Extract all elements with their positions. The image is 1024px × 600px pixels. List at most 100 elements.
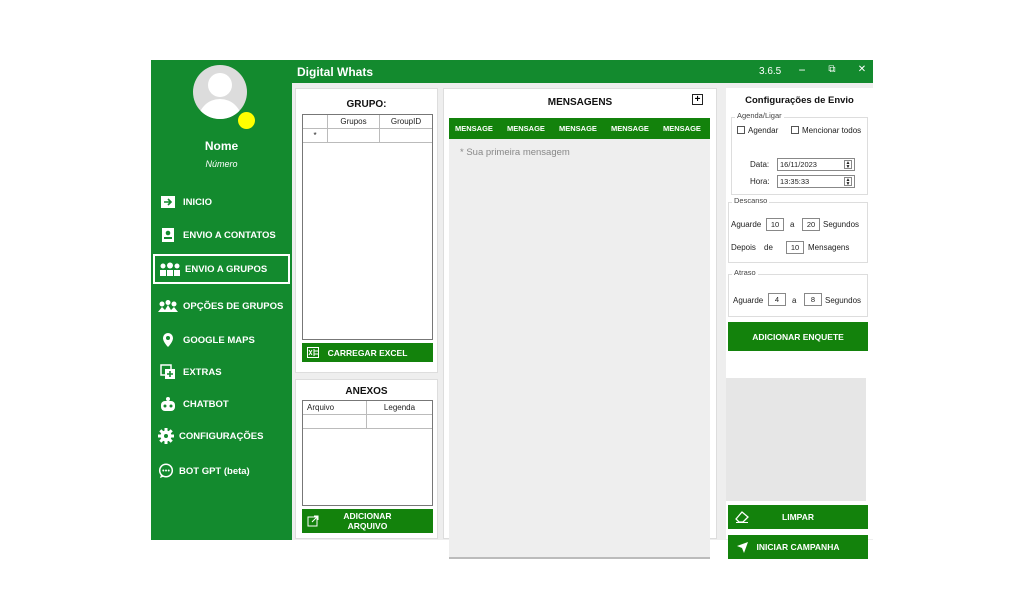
- eraser-icon: [728, 511, 756, 523]
- descanso-legend: Descanso: [732, 196, 770, 205]
- nav-item-extras[interactable]: EXTRAS: [153, 357, 290, 387]
- time-picker[interactable]: 13:35:33 ▲ ▼: [777, 175, 855, 188]
- agenda-legend: Agenda/Ligar: [735, 111, 784, 120]
- config-title: Configurações de Envio: [745, 95, 854, 106]
- nav-label: EXTRAS: [183, 366, 222, 378]
- schedule-checkbox[interactable]: [737, 126, 745, 134]
- start-campaign-button[interactable]: INICIAR CAMPANHA: [728, 535, 868, 559]
- add-file-button[interactable]: ADICIONAR ARQUIVO: [302, 509, 433, 533]
- table-cell[interactable]: [328, 129, 380, 143]
- map-pin-icon: [153, 332, 183, 348]
- nav-item-inicio[interactable]: INICIO: [153, 187, 290, 217]
- add-poll-button[interactable]: ADICIONAR ENQUETE: [728, 322, 868, 351]
- descanso-messages-label: Mensagens: [808, 243, 850, 252]
- mention-all-checkbox[interactable]: [791, 126, 799, 134]
- robot-icon: [153, 396, 183, 412]
- excel-icon: [302, 347, 324, 358]
- nav-label: GOOGLE MAPS: [183, 334, 255, 346]
- load-excel-label: CARREGAR EXCEL: [327, 347, 408, 358]
- close-button[interactable]: ✕: [854, 64, 870, 75]
- add-poll-label: ADICIONAR ENQUETE: [752, 331, 844, 342]
- nav-item-envio-contatos[interactable]: ENVIO A CONTATOS: [153, 220, 290, 250]
- descanso-min-input[interactable]: 10: [766, 218, 784, 231]
- date-value: 16/11/2023: [780, 160, 817, 169]
- contact-card-icon: [153, 227, 183, 243]
- date-picker[interactable]: 16/11/2023 ▲ ▼: [777, 158, 855, 171]
- add-message-button[interactable]: +: [692, 94, 703, 105]
- clear-button[interactable]: LIMPAR: [728, 505, 868, 529]
- descanso-max-input[interactable]: 20: [802, 218, 820, 231]
- atraso-wait-label: Aguarde: [733, 296, 764, 305]
- column-header-grupos[interactable]: Grupos: [328, 115, 380, 129]
- schedule-label: Agendar: [748, 126, 779, 135]
- nav-label: OPÇÕES DE GRUPOS: [183, 300, 284, 312]
- nav-label: CONFIGURAÇÕES: [179, 430, 264, 442]
- new-row-marker: *: [303, 129, 328, 143]
- nav-item-bot-gpt[interactable]: BOT GPT (beta): [153, 456, 290, 486]
- nav-label: INICIO: [183, 196, 213, 208]
- nav-item-opcoes-grupos[interactable]: OPÇÕES DE GRUPOS: [153, 291, 290, 321]
- sidebar: Nome Número INICIO ENVIO A CONTATOS ENVI…: [151, 60, 292, 540]
- atraso-max-input[interactable]: 8: [804, 293, 822, 306]
- group-settings-icon: [153, 299, 183, 313]
- agenda-group: Agenda/Ligar Agendar Mencionar todos Dat…: [731, 111, 868, 195]
- message-tabs: MENSAGE MENSAGE MENSAGE MENSAGE MENSAGE: [449, 118, 710, 139]
- gear-icon: [153, 428, 179, 444]
- profile-name: Nome: [204, 139, 239, 153]
- status-dot: [238, 112, 255, 129]
- arrow-right-icon: [153, 195, 183, 209]
- message-placeholder: * Sua primeira mensagem: [460, 147, 570, 158]
- descanso-of-label: de: [764, 243, 773, 252]
- tab-message-1[interactable]: MENSAGE: [455, 124, 493, 133]
- version-label: 3.6.5: [759, 66, 782, 77]
- attachments-table[interactable]: Arquivo Legenda: [302, 400, 433, 506]
- nav-item-google-maps[interactable]: GOOGLE MAPS: [153, 325, 290, 355]
- column-header-groupid[interactable]: GroupID: [380, 115, 432, 129]
- table-cell[interactable]: [380, 129, 432, 143]
- column-header-arquivo[interactable]: Arquivo: [303, 401, 367, 415]
- nav-label: BOT GPT (beta): [179, 465, 250, 477]
- title-bar: Digital Whats 3.6.5 − ⧉ ✕: [292, 60, 873, 83]
- load-excel-button[interactable]: CARREGAR EXCEL: [302, 343, 433, 362]
- descanso-count-input[interactable]: 10: [786, 241, 804, 254]
- messages-panel: MENSAGENS + MENSAGE MENSAGE MENSAGE MENS…: [443, 88, 717, 559]
- nav-item-envio-grupos[interactable]: ENVIO A GRUPOS: [153, 254, 290, 284]
- app-title: Digital Whats: [297, 65, 374, 79]
- descanso-after-label: Depois: [731, 243, 756, 252]
- tab-message-2[interactable]: MENSAGE: [507, 124, 545, 133]
- descanso-group: Descanso Aguarde 10 a 20 Segundos Depois…: [728, 196, 868, 263]
- tab-message-4[interactable]: MENSAGE: [611, 124, 649, 133]
- messages-title: MENSAGENS: [547, 97, 613, 108]
- tab-message-3[interactable]: MENSAGE: [559, 124, 597, 133]
- group-icon: [155, 262, 185, 276]
- tab-message-5[interactable]: MENSAGE: [663, 124, 701, 133]
- add-file-label: ADICIONAR ARQUIVO: [343, 511, 392, 531]
- time-spinner[interactable]: ▲ ▼: [844, 177, 852, 187]
- send-icon: [728, 541, 756, 553]
- table-cell[interactable]: [303, 415, 367, 429]
- nav-label: CHATBOT: [183, 398, 229, 410]
- date-spinner[interactable]: ▲ ▼: [844, 160, 852, 170]
- mention-all-label: Mencionar todos: [802, 126, 862, 135]
- config-empty-area: [726, 378, 866, 501]
- chat-bubble-icon: [153, 463, 179, 479]
- app-window: Nome Número INICIO ENVIO A CONTATOS ENVI…: [151, 60, 873, 559]
- external-link-icon: [302, 515, 324, 527]
- atraso-to-label: a: [792, 296, 797, 305]
- profile-number: Número: [205, 159, 238, 169]
- message-editor[interactable]: * Sua primeira mensagem: [449, 139, 710, 559]
- group-table[interactable]: Grupos GroupID *: [302, 114, 433, 340]
- table-cell[interactable]: [367, 415, 432, 429]
- nav-item-chatbot[interactable]: CHATBOT: [153, 389, 290, 419]
- atraso-group: Atraso Aguarde 4 a 8 Segundos: [728, 268, 868, 317]
- column-header-legenda[interactable]: Legenda: [367, 401, 432, 415]
- atraso-min-input[interactable]: 4: [768, 293, 786, 306]
- avatar[interactable]: [193, 65, 247, 119]
- nav-label: ENVIO A CONTATOS: [183, 229, 276, 241]
- descanso-to-label: a: [790, 220, 795, 229]
- descanso-wait-label: Aguarde: [731, 220, 762, 229]
- minimize-button[interactable]: −: [794, 63, 810, 77]
- descanso-seconds-label: Segundos: [823, 220, 860, 229]
- restore-button[interactable]: ⧉: [824, 64, 840, 75]
- nav-item-configuracoes[interactable]: CONFIGURAÇÕES: [153, 421, 290, 451]
